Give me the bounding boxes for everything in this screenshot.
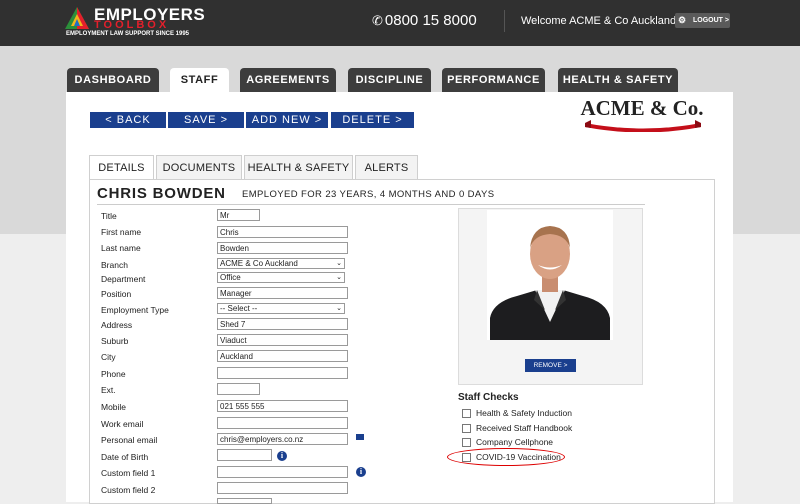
subtab-details[interactable]: DETAILS — [89, 155, 154, 181]
ext-input[interactable] — [217, 383, 260, 395]
date-of-birth-label: Date of Birth — [101, 452, 149, 462]
personal-email-input[interactable]: chris@employers.co.nz — [217, 433, 348, 445]
tab-agreements[interactable]: AGREEMENTS — [240, 68, 336, 92]
highlight-oval — [447, 448, 565, 466]
header-divider — [504, 10, 505, 32]
position-label: Position — [101, 289, 132, 299]
checkbox-received-staff-handbook[interactable] — [462, 424, 471, 433]
custom-field-2-input[interactable] — [217, 482, 348, 494]
staff-checks-title: Staff Checks — [458, 392, 519, 403]
custom-field-2-label: Custom field 2 — [101, 485, 156, 495]
work-email-label: Work email — [101, 419, 144, 429]
city-label: City — [101, 352, 116, 362]
title-input[interactable]: Mr — [217, 209, 260, 221]
chevron-down-icon: ⌄ — [336, 305, 342, 312]
department-label: Department — [101, 274, 146, 284]
employment-type-label: Employment Type — [101, 305, 169, 315]
custom-field-1-input[interactable] — [217, 466, 348, 478]
subtab-documents[interactable]: DOCUMENTS — [156, 155, 242, 180]
save-button[interactable]: SAVE > — [168, 112, 244, 128]
department-value: Office — [220, 273, 241, 282]
logo-triangle-icon — [65, 7, 89, 29]
label-health-safety-induction: Health & Safety Induction — [476, 408, 572, 418]
next-field-input[interactable] — [217, 498, 272, 504]
suburb-input[interactable]: Viaduct — [217, 334, 348, 346]
top-bar: EMPLOYERS TOOLBOX EMPLOYMENT LAW SUPPORT… — [0, 0, 800, 46]
delete-button[interactable]: DELETE > — [331, 112, 414, 128]
info-icon[interactable]: i — [277, 451, 287, 461]
employee-photo — [487, 210, 613, 340]
welcome-text: Welcome ACME & Co Auckland — [521, 15, 677, 27]
personal-email-label: Personal email — [101, 435, 158, 445]
custom-field-1-label: Custom field 1 — [101, 468, 156, 478]
logout-label: LOGOUT > — [693, 17, 729, 24]
address-label: Address — [101, 320, 133, 330]
address-input[interactable]: Shed 7 — [217, 318, 348, 330]
work-email-input[interactable] — [217, 417, 348, 429]
employment-type-value: -- Select -- — [220, 304, 258, 313]
phone-label: Phone — [101, 369, 126, 379]
mobile-label: Mobile — [101, 402, 127, 412]
logo-tagline: EMPLOYMENT LAW SUPPORT SINCE 1995 — [66, 31, 190, 37]
phone-icon: ✆ — [372, 13, 383, 28]
phone-text: 0800 15 8000 — [384, 12, 477, 29]
subtab-health-safety[interactable]: HEALTH & SAFETY — [244, 155, 353, 180]
employee-name: CHRIS BOWDEN — [97, 185, 226, 202]
last-name-label: Last name — [101, 243, 141, 253]
mobile-input[interactable]: 021 555 555 — [217, 400, 348, 412]
city-input[interactable]: Auckland — [217, 350, 348, 362]
remove-photo-button[interactable]: REMOVE > — [525, 359, 576, 372]
branch-select[interactable]: ACME & Co Auckland ⌄ — [217, 258, 345, 269]
first-name-label: First name — [101, 227, 142, 237]
branch-value: ACME & Co Auckland — [220, 259, 298, 268]
mail-icon[interactable] — [356, 434, 364, 440]
subtab-alerts[interactable]: ALERTS — [355, 155, 418, 180]
phone-number: ✆ 0800 15 8000 — [372, 12, 477, 29]
title-label: Title — [101, 211, 117, 221]
checkbox-health-safety-induction[interactable] — [462, 409, 471, 418]
label-company-cellphone: Company Cellphone — [476, 437, 554, 447]
department-select[interactable]: Office ⌄ — [217, 272, 345, 283]
label-received-staff-handbook: Received Staff Handbook — [476, 423, 573, 433]
chevron-down-icon: ⌄ — [336, 260, 342, 267]
tab-dashboard[interactable]: DASHBOARD — [67, 68, 159, 92]
checkbox-company-cellphone[interactable] — [462, 438, 471, 447]
employment-type-select[interactable]: -- Select -- ⌄ — [217, 303, 345, 314]
tab-performance[interactable]: PERFORMANCE — [442, 68, 545, 92]
last-name-input[interactable]: Bowden — [217, 242, 348, 254]
add-new-button[interactable]: ADD NEW > — [246, 112, 328, 128]
employment-duration: EMPLOYED FOR 23 YEARS, 4 MONTHS AND 0 DA… — [242, 189, 495, 200]
date-of-birth-input[interactable] — [217, 449, 272, 461]
back-button[interactable]: < BACK — [90, 112, 166, 128]
ribbon-icon — [585, 120, 701, 132]
position-input[interactable]: Manager — [217, 287, 348, 299]
gear-icon: ⚙ — [678, 15, 687, 25]
first-name-input[interactable]: Chris — [217, 226, 348, 238]
ext-label: Ext. — [101, 385, 116, 395]
tab-staff[interactable]: STAFF — [170, 68, 229, 94]
tab-discipline[interactable]: DISCIPLINE — [348, 68, 431, 92]
suburb-label: Suburb — [101, 336, 129, 346]
company-logo: ACME & Co. — [577, 94, 707, 140]
logo-text-mid: TOOLBOX — [94, 19, 170, 31]
divider — [97, 204, 645, 205]
logout-button[interactable]: ⚙ LOGOUT > — [675, 13, 730, 28]
chevron-down-icon: ⌄ — [336, 274, 342, 281]
info-icon[interactable]: i — [356, 467, 366, 477]
tab-health-safety[interactable]: HEALTH & SAFETY — [558, 68, 678, 92]
phone-input[interactable] — [217, 367, 348, 379]
branch-label: Branch — [101, 260, 128, 270]
